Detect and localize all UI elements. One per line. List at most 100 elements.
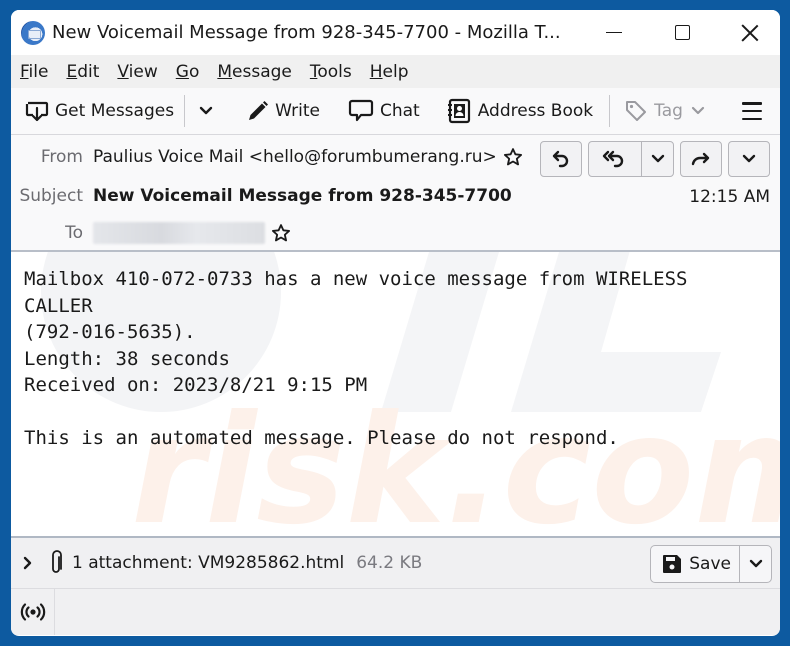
attachment-size: 64.2 KB — [356, 553, 423, 573]
menu-message-mnemonic: M — [217, 61, 233, 82]
write-button[interactable]: Write — [243, 93, 322, 129]
hamburger-icon-line — [742, 117, 762, 120]
forward-icon — [691, 152, 710, 166]
attachment-summary[interactable]: 1 attachment: VM9285862.html — [72, 553, 344, 573]
reply-button[interactable] — [540, 141, 582, 177]
status-bar — [11, 589, 780, 635]
address-book-button[interactable]: Address Book — [444, 93, 595, 129]
minimize-icon — [606, 31, 622, 34]
subject-value: New Voicemail Message from 928-345-7700 — [93, 186, 512, 206]
forward-button[interactable] — [680, 141, 722, 177]
get-messages-dropdown[interactable] — [193, 93, 225, 129]
message-time: 12:15 AM — [689, 187, 770, 207]
menu-tools-label: ools — [317, 61, 352, 82]
write-label: Write — [275, 101, 320, 121]
subject-row: Subject New Voicemail Message from 928-3… — [11, 186, 512, 206]
menu-message[interactable]: Message — [217, 62, 292, 82]
toolbar: Get Messages Write Chat Address Book Tag — [11, 88, 780, 135]
maximize-icon — [674, 25, 690, 40]
body-line: Length: 38 seconds — [24, 347, 230, 370]
save-attachment-group: Save — [650, 545, 772, 583]
more-button[interactable] — [728, 141, 770, 177]
to-row: To — [11, 222, 291, 244]
thunderbird-icon — [21, 20, 45, 45]
reply-all-group — [588, 141, 674, 177]
from-label: From — [40, 147, 83, 167]
get-messages-button[interactable]: Get Messages — [23, 93, 176, 129]
menu-file-label: ile — [28, 61, 49, 82]
reply-icon — [552, 150, 569, 168]
menu-view[interactable]: View — [117, 62, 157, 82]
save-icon — [663, 555, 682, 573]
chat-icon — [348, 99, 374, 122]
to-value-redacted[interactable] — [93, 222, 265, 244]
from-row: From Paulius Voice Mail <hello@forumbume… — [11, 147, 523, 167]
close-button[interactable] — [720, 10, 780, 55]
address-book-icon — [447, 98, 470, 124]
menu-help-mnemonic: H — [369, 61, 383, 82]
chevron-down-icon — [199, 106, 213, 115]
paperclip-icon — [52, 550, 62, 573]
pencil-icon — [249, 101, 269, 120]
toolbar-separator — [609, 95, 611, 127]
star-icon[interactable] — [503, 147, 523, 167]
menu-go-mnemonic: G — [175, 61, 189, 82]
body-line: This is an automated message. Please do … — [24, 427, 619, 449]
star-icon[interactable] — [271, 223, 291, 243]
message-header: From Paulius Voice Mail <hello@forumbume… — [11, 135, 780, 252]
maximize-button[interactable] — [652, 10, 712, 55]
chat-button[interactable]: Chat — [346, 93, 422, 129]
menu-edit-label: dit — [77, 61, 100, 82]
get-messages-label: Get Messages — [55, 101, 175, 121]
tag-button[interactable]: Tag — [622, 93, 713, 129]
menu-file-mnemonic: F — [20, 61, 29, 82]
reply-all-dropdown[interactable] — [641, 142, 673, 176]
subject-label: Subject — [19, 186, 83, 206]
online-status-button[interactable] — [11, 589, 55, 635]
save-label: Save — [689, 554, 731, 574]
hamburger-icon-line — [742, 102, 762, 105]
chevron-down-icon — [749, 559, 762, 568]
tag-icon — [626, 101, 647, 121]
online-status-icon — [20, 603, 45, 621]
chevron-down-icon — [651, 154, 664, 163]
window-title: New Voicemail Message from 928-345-7700 … — [52, 22, 561, 43]
app-menu-button[interactable] — [742, 102, 762, 120]
menu-edit[interactable]: Edit — [66, 62, 99, 82]
toolbar-separator — [184, 95, 186, 127]
menu-message-label: essage — [232, 61, 292, 82]
close-icon — [741, 24, 759, 42]
body-line: Mailbox 410-072-0733 has a new voice mes… — [24, 268, 688, 290]
menu-tools[interactable]: Tools — [310, 62, 352, 82]
title-bar: New Voicemail Message from 928-345-7700 … — [11, 10, 780, 55]
menu-go[interactable]: Go — [176, 62, 200, 82]
menu-help[interactable]: Help — [370, 62, 409, 82]
save-button[interactable]: Save — [651, 546, 739, 582]
message-actions — [540, 141, 770, 177]
get-messages-icon — [25, 101, 49, 122]
window-controls — [576, 10, 780, 55]
message-text: Mailbox 410-072-0733 has a new voice mes… — [11, 252, 780, 452]
to-label: To — [65, 223, 83, 243]
thunderbird-window: New Voicemail Message from 928-345-7700 … — [11, 10, 780, 636]
tag-label: Tag — [654, 101, 683, 121]
save-dropdown[interactable] — [739, 546, 771, 582]
address-book-label: Address Book — [477, 101, 594, 121]
reply-all-button[interactable] — [589, 142, 641, 176]
menu-view-mnemonic: V — [117, 61, 129, 82]
hamburger-icon-line — [742, 109, 762, 113]
from-value[interactable]: Paulius Voice Mail <hello@forumbumerang.… — [93, 147, 497, 167]
menu-bar: File Edit View Go Message Tools Help — [11, 55, 780, 88]
menu-help-label: elp — [382, 61, 409, 82]
minimize-button[interactable] — [584, 10, 644, 55]
menu-file[interactable]: File — [20, 62, 48, 82]
menu-edit-mnemonic: E — [66, 61, 78, 82]
attachment-bar: 1 attachment: VM9285862.html 64.2 KB Sav… — [11, 538, 780, 589]
body-line — [24, 399, 780, 426]
chevron-down-icon — [742, 154, 756, 163]
expand-attachments-button[interactable] — [22, 555, 34, 571]
message-body: risk.com Mailbox 410-072-0733 has a new … — [11, 252, 780, 538]
chevron-right-icon — [23, 556, 32, 570]
menu-view-label: iew — [128, 61, 158, 82]
body-line: CALLER — [24, 294, 93, 317]
